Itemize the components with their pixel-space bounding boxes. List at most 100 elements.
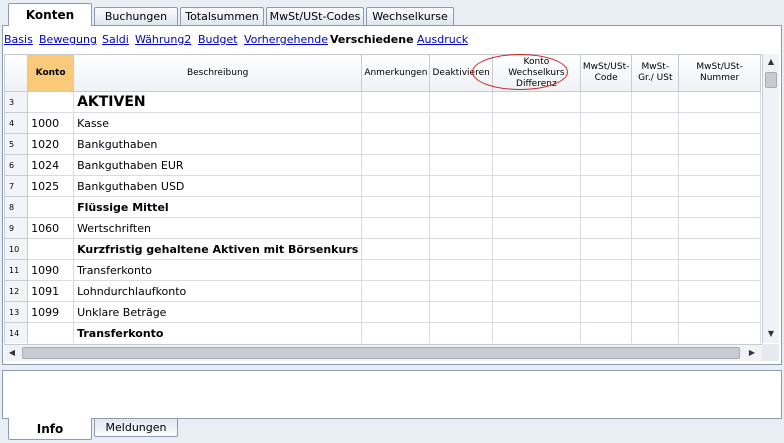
cell-anmerkungen[interactable] <box>361 91 431 113</box>
cell-mwst-nummer[interactable] <box>678 133 761 155</box>
table-row[interactable]: 3 AKTIVEN <box>4 91 761 113</box>
cell-mwst-nummer[interactable] <box>678 301 761 323</box>
cell-mwst-code[interactable] <box>579 280 633 302</box>
cell-mwst-gr-ust[interactable] <box>631 133 680 155</box>
cell-mwst-nummer[interactable] <box>678 280 761 302</box>
cell-konto-wechselkurs-differenz[interactable] <box>491 196 581 218</box>
cell-mwst-nummer[interactable] <box>678 154 761 176</box>
vertical-scrollbar[interactable]: ▲ ▼ <box>762 54 779 343</box>
cell-konto-wechselkurs-differenz[interactable] <box>491 133 581 155</box>
cell-deaktivieren[interactable] <box>429 280 493 302</box>
header-deaktivieren[interactable]: Deaktivieren <box>429 54 493 92</box>
cell-mwst-gr-ust[interactable] <box>631 238 680 260</box>
table-row[interactable]: 8 Flüssige Mittel <box>4 196 761 218</box>
scroll-down-icon[interactable]: ▼ <box>763 326 779 342</box>
cell-mwst-nummer[interactable] <box>678 217 761 239</box>
cell-beschreibung[interactable]: Flüssige Mittel <box>73 196 363 218</box>
cell-mwst-nummer[interactable] <box>678 322 761 343</box>
cell-mwst-code[interactable] <box>579 322 633 343</box>
cell-mwst-gr-ust[interactable] <box>631 322 680 343</box>
cell-konto[interactable]: 1025 <box>27 175 75 197</box>
tab-totalsummen[interactable]: Totalsummen <box>180 7 264 25</box>
cell-mwst-nummer[interactable] <box>678 259 761 281</box>
cell-mwst-gr-ust[interactable] <box>631 112 680 134</box>
cell-konto[interactable] <box>27 196 75 218</box>
table-row[interactable]: 9 1060 Wertschriften <box>4 217 761 239</box>
cell-anmerkungen[interactable] <box>361 280 431 302</box>
cell-konto[interactable]: 1090 <box>27 259 75 281</box>
cell-konto-wechselkurs-differenz[interactable] <box>491 91 581 113</box>
tab-info[interactable]: Info <box>8 418 92 440</box>
cell-konto-wechselkurs-differenz[interactable] <box>491 259 581 281</box>
header-mwst-gr-ust[interactable]: MwSt-Gr./ USt <box>631 54 680 92</box>
cell-mwst-gr-ust[interactable] <box>631 280 680 302</box>
cell-konto-wechselkurs-differenz[interactable] <box>491 112 581 134</box>
cell-beschreibung[interactable]: Kasse <box>73 112 363 134</box>
cell-mwst-code[interactable] <box>579 238 633 260</box>
cell-konto-wechselkurs-differenz[interactable] <box>491 322 581 343</box>
header-konto-wechselkurs-differenz[interactable]: Konto Wechselkurs Differenz <box>491 54 581 92</box>
tab-wechselkurse[interactable]: Wechselkurse <box>366 7 454 25</box>
cell-deaktivieren[interactable] <box>429 91 493 113</box>
cell-beschreibung[interactable]: Transferkonto <box>73 259 363 281</box>
cell-mwst-nummer[interactable] <box>678 175 761 197</box>
cell-anmerkungen[interactable] <box>361 322 431 343</box>
vertical-scroll-thumb[interactable] <box>765 72 777 88</box>
table-row[interactable]: 14 Transferkonto <box>4 322 761 343</box>
cell-konto-wechselkurs-differenz[interactable] <box>491 280 581 302</box>
cell-anmerkungen[interactable] <box>361 154 431 176</box>
cell-beschreibung[interactable]: Lohndurchlaufkonto <box>73 280 363 302</box>
cell-konto-wechselkurs-differenz[interactable] <box>491 301 581 323</box>
view-budget[interactable]: Budget <box>198 33 238 46</box>
cell-mwst-gr-ust[interactable] <box>631 259 680 281</box>
cell-anmerkungen[interactable] <box>361 175 431 197</box>
table-row[interactable]: 12 1091 Lohndurchlaufkonto <box>4 280 761 302</box>
cell-anmerkungen[interactable] <box>361 259 431 281</box>
cell-deaktivieren[interactable] <box>429 112 493 134</box>
cell-mwst-nummer[interactable] <box>678 196 761 218</box>
cell-konto[interactable]: 1000 <box>27 112 75 134</box>
cell-mwst-gr-ust[interactable] <box>631 175 680 197</box>
cell-mwst-gr-ust[interactable] <box>631 217 680 239</box>
cell-beschreibung[interactable]: AKTIVEN <box>73 91 363 113</box>
table-row[interactable]: 5 1020 Bankguthaben <box>4 133 761 155</box>
cell-deaktivieren[interactable] <box>429 301 493 323</box>
cell-konto-wechselkurs-differenz[interactable] <box>491 175 581 197</box>
cell-deaktivieren[interactable] <box>429 133 493 155</box>
table-row[interactable]: 7 1025 Bankguthaben USD <box>4 175 761 197</box>
table-row[interactable]: 13 1099 Unklare Beträge <box>4 301 761 323</box>
cell-anmerkungen[interactable] <box>361 217 431 239</box>
cell-mwst-nummer[interactable] <box>678 112 761 134</box>
cell-deaktivieren[interactable] <box>429 196 493 218</box>
tab-konten[interactable]: Konten <box>8 3 92 26</box>
tab-buchungen[interactable]: Buchungen <box>94 7 178 25</box>
cell-mwst-gr-ust[interactable] <box>631 91 680 113</box>
cell-mwst-code[interactable] <box>579 259 633 281</box>
cell-deaktivieren[interactable] <box>429 175 493 197</box>
cell-mwst-nummer[interactable] <box>678 238 761 260</box>
view-waehrung2[interactable]: Währung2 <box>135 33 191 46</box>
cell-konto-wechselkurs-differenz[interactable] <box>491 238 581 260</box>
cell-anmerkungen[interactable] <box>361 133 431 155</box>
view-vorhergehende[interactable]: Vorhergehende <box>244 33 328 46</box>
cell-konto-wechselkurs-differenz[interactable] <box>491 154 581 176</box>
table-row[interactable]: 11 1090 Transferkonto <box>4 259 761 281</box>
cell-anmerkungen[interactable] <box>361 112 431 134</box>
cell-mwst-code[interactable] <box>579 175 633 197</box>
cell-mwst-code[interactable] <box>579 301 633 323</box>
header-mwst-code[interactable]: MwSt/USt-Code <box>579 54 633 92</box>
cell-deaktivieren[interactable] <box>429 217 493 239</box>
cell-anmerkungen[interactable] <box>361 196 431 218</box>
cell-mwst-gr-ust[interactable] <box>631 196 680 218</box>
cell-anmerkungen[interactable] <box>361 238 431 260</box>
cell-konto[interactable]: 1091 <box>27 280 75 302</box>
cell-beschreibung[interactable]: Wertschriften <box>73 217 363 239</box>
cell-mwst-gr-ust[interactable] <box>631 154 680 176</box>
cell-konto[interactable]: 1060 <box>27 217 75 239</box>
cell-mwst-code[interactable] <box>579 91 633 113</box>
cell-beschreibung[interactable]: Kurzfristig gehaltene Aktiven mit Börsen… <box>73 238 363 260</box>
view-basis[interactable]: Basis <box>4 33 33 46</box>
cell-konto[interactable]: 1099 <box>27 301 75 323</box>
cell-mwst-code[interactable] <box>579 112 633 134</box>
cell-deaktivieren[interactable] <box>429 238 493 260</box>
